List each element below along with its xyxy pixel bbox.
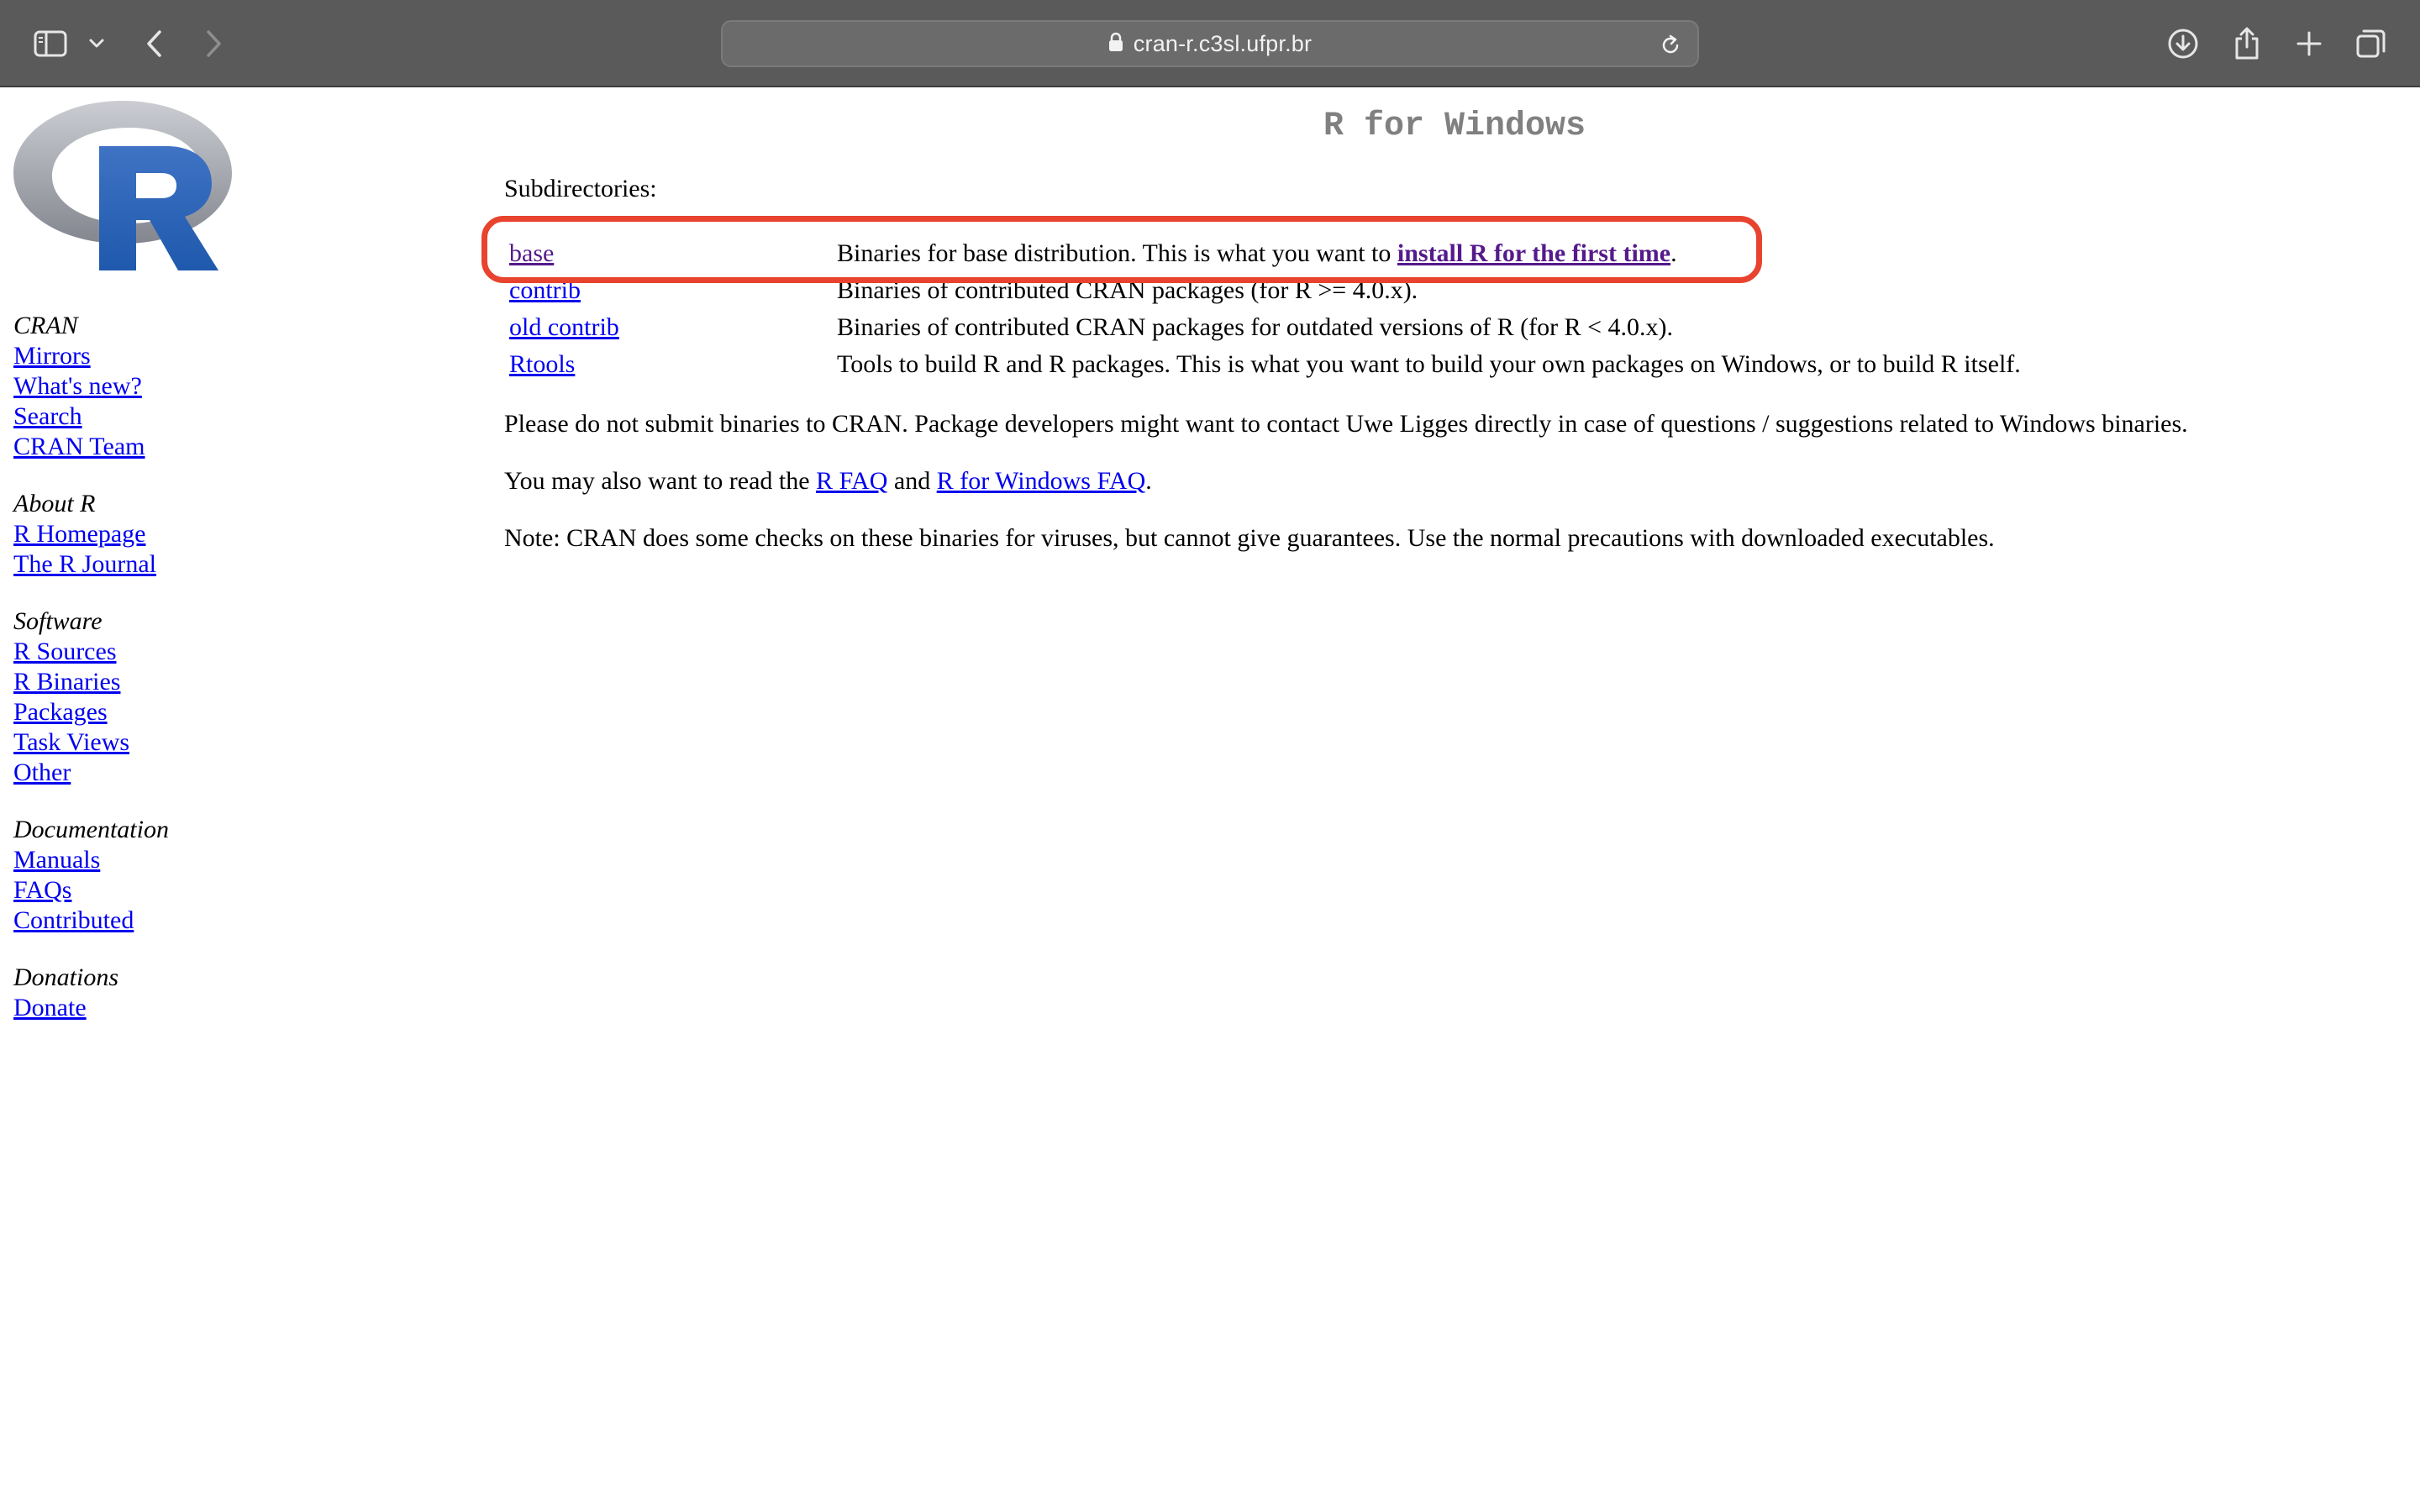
link-contrib[interactable]: contrib (509, 276, 581, 304)
download-icon[interactable] (2158, 18, 2208, 69)
sidebar: CRAN Mirrors What's new? Search CRAN Tea… (13, 311, 333, 1050)
row-description: Tools to build R and R packages. This is… (837, 350, 2021, 378)
r-logo-icon[interactable] (12, 99, 234, 276)
row-description: Binaries of contributed CRAN packages fo… (837, 313, 1674, 341)
table-row: Rtools Tools to build R and R packages. … (509, 346, 2021, 383)
sidebar-heading: Documentation (13, 816, 169, 843)
sidebar-heading: About R (13, 490, 96, 517)
sidebar-link-task-views[interactable]: Task Views (13, 727, 333, 758)
link-old-contrib[interactable]: old contrib (509, 313, 619, 341)
faq-paragraph: You may also want to read the R FAQ and … (504, 467, 1152, 496)
sidebar-link-r-journal[interactable]: The R Journal (13, 549, 333, 580)
sidebar-icon[interactable] (25, 18, 76, 69)
virus-check-note: Note: CRAN does some checks on these bin… (504, 524, 1995, 552)
table-row: contrib Binaries of contributed CRAN pac… (509, 272, 2021, 309)
subdirectories-table: base Binaries for base distribution. Thi… (509, 235, 2021, 383)
sidebar-link-cran-team[interactable]: CRAN Team (13, 432, 333, 462)
forward-icon[interactable] (188, 18, 239, 69)
subdirectories-label: Subdirectories: (504, 175, 657, 202)
sidebar-link-packages[interactable]: Packages (13, 697, 333, 727)
share-icon[interactable] (2222, 18, 2272, 69)
link-install-r-first-time[interactable]: install R for the first time (1397, 239, 1670, 267)
sidebar-group-documentation: Documentation Manuals FAQs Contributed (13, 815, 333, 936)
sidebar-link-contributed[interactable]: Contributed (13, 906, 333, 936)
sidebar-group-about-r: About R R Homepage The R Journal (13, 489, 333, 580)
plus-icon[interactable] (2284, 18, 2334, 69)
row-description: Binaries for base distribution. This is … (837, 235, 2021, 272)
tabs-overview-icon[interactable] (2346, 18, 2396, 69)
page-title: R for Windows (1323, 108, 1586, 145)
sidebar-link-donate[interactable]: Donate (13, 993, 333, 1023)
sidebar-link-search[interactable]: Search (13, 402, 333, 432)
sidebar-group-donations: Donations Donate (13, 963, 333, 1023)
sidebar-link-r-homepage[interactable]: R Homepage (13, 519, 333, 549)
reload-icon[interactable] (1654, 29, 1687, 62)
sidebar-link-manuals[interactable]: Manuals (13, 845, 333, 875)
url-text: cran-r.c3sl.ufpr.br (1133, 30, 1313, 56)
faq-text: You may also want to read the (504, 467, 817, 495)
sidebar-group-software: Software R Sources R Binaries Packages T… (13, 606, 333, 788)
back-icon[interactable] (129, 18, 180, 69)
address-bar[interactable]: cran-r.c3sl.ufpr.br (721, 20, 1699, 67)
link-r-faq[interactable]: R FAQ (816, 467, 887, 495)
sidebar-link-other[interactable]: Other (13, 758, 333, 788)
sidebar-link-mirrors[interactable]: Mirrors (13, 341, 333, 371)
lock-icon (1108, 32, 1123, 56)
table-row: old contrib Binaries of contributed CRAN… (509, 309, 2021, 346)
faq-text: . (1145, 467, 1152, 495)
sidebar-link-r-sources[interactable]: R Sources (13, 637, 333, 667)
sidebar-heading: Donations (13, 963, 119, 991)
link-r-windows-faq[interactable]: R for Windows FAQ (937, 467, 1146, 495)
sidebar-link-faqs[interactable]: FAQs (13, 875, 333, 906)
binaries-notice: Please do not submit binaries to CRAN. P… (504, 410, 2188, 438)
chevron-down-icon[interactable] (76, 18, 118, 69)
faq-text: and (887, 467, 937, 495)
sidebar-heading: Software (13, 607, 103, 635)
sidebar-link-whats-new[interactable]: What's new? (13, 371, 333, 402)
link-base[interactable]: base (509, 239, 554, 267)
row-description: Binaries of contributed CRAN packages (f… (837, 276, 1418, 304)
browser-toolbar: cran-r.c3sl.ufpr.br (0, 0, 2420, 87)
description-tail: . (1670, 239, 1677, 267)
sidebar-link-r-binaries[interactable]: R Binaries (13, 667, 333, 697)
sidebar-group-cran: CRAN Mirrors What's new? Search CRAN Tea… (13, 311, 333, 462)
description-text: Binaries for base distribution. This is … (837, 239, 1397, 267)
link-rtools[interactable]: Rtools (509, 350, 575, 378)
table-row: base Binaries for base distribution. Thi… (509, 235, 2021, 272)
sidebar-heading: CRAN (13, 312, 78, 339)
